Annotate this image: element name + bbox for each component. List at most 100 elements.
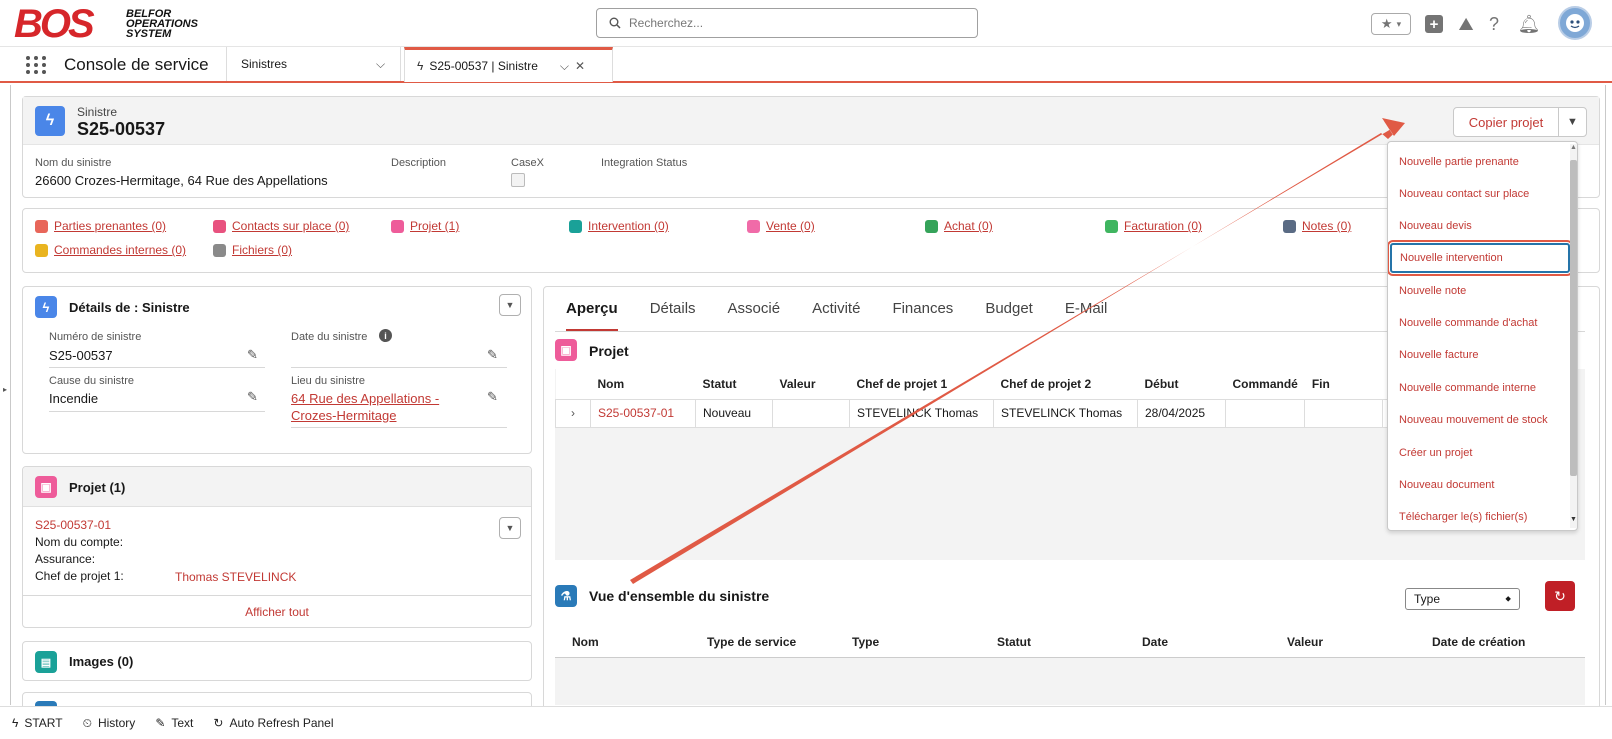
quick-link-label[interactable]: Fichiers (0) xyxy=(232,243,292,257)
quick-link-label[interactable]: Notes (0) xyxy=(1302,219,1351,233)
col-debut[interactable]: Début xyxy=(1138,369,1226,399)
projet-record-link[interactable]: S25-00537-01 xyxy=(35,518,111,532)
col-valeur[interactable]: Valeur xyxy=(773,369,850,399)
workspace-tab-s25-00537[interactable]: ϟ S25-00537 | Sinistre ⌵ ✕ xyxy=(404,47,613,82)
field-label-casex: CaseX xyxy=(511,157,545,169)
actions-dropdown-button[interactable]: ▼ xyxy=(1558,107,1587,137)
menu-item-nouveau-mouvement-de-stock[interactable]: Nouveau mouvement de stock xyxy=(1388,405,1563,435)
info-icon[interactable]: i xyxy=(379,329,392,342)
col-commande[interactable]: Commandé xyxy=(1226,369,1305,399)
tab-details[interactable]: Détails xyxy=(650,300,696,332)
utility-history[interactable]: ⏲ History xyxy=(83,716,136,731)
tab-chevron-down-icon[interactable]: ⌵ xyxy=(560,59,569,74)
quick-link-contacts-sur-place[interactable]: Contacts sur place (0) xyxy=(213,219,349,233)
col-chef-projet-1[interactable]: Chef de projet 1 xyxy=(850,369,994,399)
quick-link-intervention[interactable]: Intervention (0) xyxy=(569,219,669,233)
quick-link-label[interactable]: Achat (0) xyxy=(944,219,993,233)
menu-item-telecharger-fichiers[interactable]: Télécharger le(s) fichier(s) xyxy=(1388,502,1563,530)
claim-number-value: S25-00537 xyxy=(49,348,113,363)
projet-row-menu-button[interactable]: ▼ xyxy=(499,517,521,539)
menu-item-creer-un-projet[interactable]: Créer un projet xyxy=(1388,438,1563,468)
tab-activite[interactable]: Activité xyxy=(812,300,860,332)
utility-start[interactable]: ϟ START xyxy=(12,716,63,730)
edit-pencil-icon[interactable]: ✎ xyxy=(247,347,258,363)
scroll-down-icon[interactable]: ▼ xyxy=(1570,516,1577,523)
location-link-line1[interactable]: 64 Rue des Appellations - xyxy=(291,391,439,406)
col-statut[interactable]: Statut xyxy=(696,369,773,399)
menu-item-nouvelle-note[interactable]: Nouvelle note xyxy=(1388,276,1563,306)
location-link-line2[interactable]: Crozes-Hermitage xyxy=(291,408,396,423)
quick-link-label[interactable]: Contacts sur place (0) xyxy=(232,219,349,233)
quick-link-label[interactable]: Intervention (0) xyxy=(588,219,669,233)
edit-pencil-icon[interactable]: ✎ xyxy=(487,389,498,405)
quick-link-vente[interactable]: Vente (0) xyxy=(747,219,815,233)
tab-budget[interactable]: Budget xyxy=(985,300,1033,332)
quick-link-fichiers[interactable]: Fichiers (0) xyxy=(213,243,292,257)
col-chef-projet-2[interactable]: Chef de projet 2 xyxy=(994,369,1138,399)
menu-item-nouvelle-commande-achat[interactable]: Nouvelle commande d'achat xyxy=(1388,308,1563,338)
global-search-input[interactable]: Recherchez... xyxy=(596,8,978,38)
dropdown-scrollbar[interactable]: ▲ ▼ xyxy=(1570,144,1577,528)
global-actions-button[interactable]: + xyxy=(1423,12,1445,36)
refresh-button[interactable]: ↻ xyxy=(1545,581,1575,611)
tab-email[interactable]: E-Mail xyxy=(1065,300,1108,332)
nav-item-sinistres[interactable]: Sinistres xyxy=(226,47,401,81)
col-date-de-creation[interactable]: Date de création xyxy=(1425,627,1585,657)
left-panel-edge[interactable]: ▸ xyxy=(0,85,11,705)
app-launcher-icon[interactable] xyxy=(25,55,47,75)
quick-link-label[interactable]: Parties prenantes (0) xyxy=(54,219,166,233)
bos-logo[interactable]: BOS BELFOR OPERATIONS SYSTEM xyxy=(14,4,214,44)
quick-link-parties-prenantes[interactable]: Parties prenantes (0) xyxy=(35,219,166,233)
quick-link-achat[interactable]: Achat (0) xyxy=(925,219,993,233)
utility-auto-refresh[interactable]: ↻ Auto Refresh Panel xyxy=(213,716,333,730)
col-fin[interactable]: Fin xyxy=(1305,369,1383,399)
quick-link-commandes-internes[interactable]: Commandes internes (0) xyxy=(35,243,186,257)
edit-pencil-icon[interactable]: ✎ xyxy=(487,347,498,363)
edit-pencil-icon[interactable]: ✎ xyxy=(247,389,258,405)
col-type[interactable]: Type xyxy=(845,627,990,657)
table-row[interactable]: › S25-00537-01 Nouveau STEVELINCK Thomas… xyxy=(555,398,1424,428)
menu-item-nouvelle-commande-interne[interactable]: Nouvelle commande interne xyxy=(1388,373,1563,403)
col-date[interactable]: Date xyxy=(1135,627,1280,657)
expand-row-chevron-icon[interactable]: › xyxy=(555,398,591,428)
col-statut[interactable]: Statut xyxy=(990,627,1135,657)
refresh-icon: ↻ xyxy=(213,716,224,730)
scrollbar-thumb[interactable] xyxy=(1570,160,1577,476)
quick-link-label[interactable]: Commandes internes (0) xyxy=(54,243,186,257)
quick-link-projet[interactable]: Projet (1) xyxy=(391,219,459,233)
col-type-de-service[interactable]: Type de service xyxy=(700,627,845,657)
pm-value[interactable]: Thomas STEVELINCK xyxy=(175,570,296,584)
menu-item-nouveau-contact-sur-place[interactable]: Nouveau contact sur place xyxy=(1388,179,1563,209)
menu-item-nouvelle-facture[interactable]: Nouvelle facture xyxy=(1388,340,1563,370)
notifications-button[interactable]: 🔔︎ xyxy=(1518,12,1541,36)
cell-nom[interactable]: S25-00537-01 xyxy=(590,398,696,428)
quick-link-label[interactable]: Projet (1) xyxy=(410,219,459,233)
nav-menu-chevron-icon[interactable]: ⌵ xyxy=(376,57,385,72)
menu-item-nouveau-devis[interactable]: Nouveau devis xyxy=(1388,211,1563,241)
details-card-menu-button[interactable]: ▼ xyxy=(499,294,521,316)
utility-auto-refresh-label: Auto Refresh Panel xyxy=(229,716,334,730)
scroll-up-icon[interactable]: ▲ xyxy=(1570,144,1577,151)
col-nom[interactable]: Nom xyxy=(591,369,696,399)
tab-finances[interactable]: Finances xyxy=(892,300,953,332)
col-nom[interactable]: Nom xyxy=(555,627,700,657)
show-all-link[interactable]: Afficher tout xyxy=(23,605,531,619)
trailhead-button[interactable]: ⛰ xyxy=(1455,12,1477,36)
type-filter-select[interactable]: Type ⬥ xyxy=(1405,588,1520,610)
help-button[interactable]: ? xyxy=(1483,12,1505,36)
menu-item-nouvelle-intervention[interactable]: Nouvelle intervention xyxy=(1388,240,1573,276)
col-valeur[interactable]: Valeur xyxy=(1280,627,1425,657)
avatar[interactable] xyxy=(1558,6,1592,40)
utility-text[interactable]: ✎ Text xyxy=(155,716,193,730)
quick-link-label[interactable]: Vente (0) xyxy=(766,219,815,233)
tab-close-icon[interactable]: ✕ xyxy=(575,59,585,73)
quick-link-facturation[interactable]: Facturation (0) xyxy=(1105,219,1202,233)
menu-item-nouveau-document[interactable]: Nouveau document xyxy=(1388,470,1563,500)
quick-link-label[interactable]: Facturation (0) xyxy=(1124,219,1202,233)
quick-link-notes[interactable]: Notes (0) xyxy=(1283,219,1351,233)
menu-item-nouvelle-partie-prenante[interactable]: Nouvelle partie prenante xyxy=(1388,147,1563,177)
favorites-button[interactable]: ★ ▾ xyxy=(1371,13,1411,35)
copy-project-button[interactable]: Copier projet xyxy=(1453,107,1559,137)
tab-associe[interactable]: Associé xyxy=(728,300,781,332)
tab-apercu[interactable]: Aperçu xyxy=(566,300,618,332)
